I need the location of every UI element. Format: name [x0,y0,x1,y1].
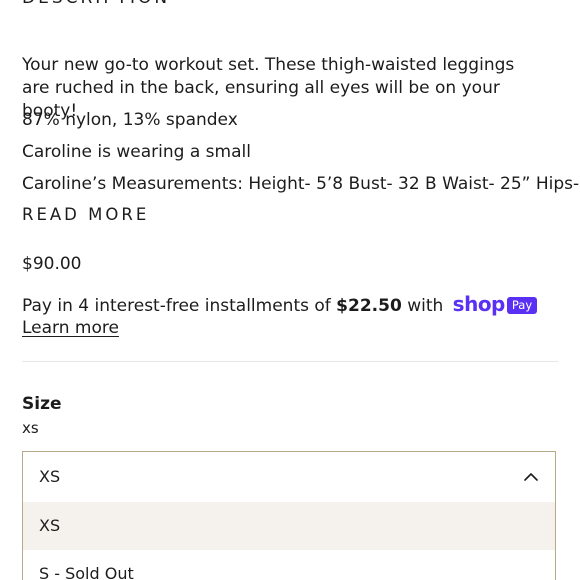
installments-with: with [407,296,444,316]
product-price: $90.00 [22,254,82,274]
shop-pay-badge: Pay [506,297,538,314]
size-select-value: XS [39,467,61,486]
model-measurements-text: Caroline’s Measurements: Height- 5’8 Bus… [22,174,580,194]
size-option-s[interactable]: S - Sold Out [23,550,555,580]
size-option-label: XS [39,516,61,535]
size-option-xs[interactable]: XS [23,502,555,550]
shop-pay-brand: shop [452,292,506,316]
description-heading: DESCRIPTION [22,0,170,8]
installments-message: Pay in 4 interest-free installments of $… [22,292,538,318]
size-option-label: S - Sold Out [39,564,134,580]
product-details-page: DESCRIPTION Your new go-to workout set. … [0,0,580,580]
size-label: Size [22,394,62,414]
size-select-toggle[interactable]: XS [23,452,555,502]
installments-prefix: Pay in 4 interest-free installments of [22,296,331,316]
size-select[interactable]: XS XS S - Sold Out [22,451,556,580]
size-current-value: xs [22,419,39,437]
material-text: 87% nylon, 13% spandex [22,110,238,130]
shop-pay-logo: shop Pay [452,292,538,316]
learn-more-link[interactable]: Learn more [22,316,119,340]
model-size-text: Caroline is wearing a small [22,142,251,162]
section-divider [22,361,558,362]
installment-amount: $22.50 [336,296,402,316]
read-more-button[interactable]: READ MORE [22,203,149,227]
chevron-up-icon [524,473,538,481]
